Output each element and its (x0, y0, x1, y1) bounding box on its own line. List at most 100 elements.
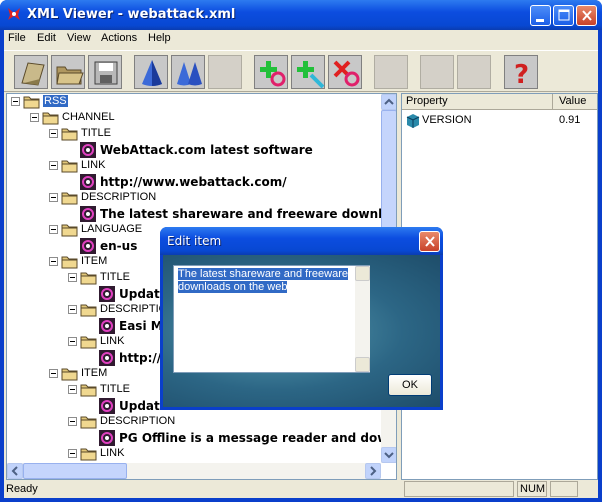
tree-node-value[interactable]: http://www.webattack.com/ (7, 174, 379, 190)
collapse-toggle-icon[interactable] (68, 337, 77, 346)
column-header-property[interactable]: Property (406, 95, 448, 107)
add-child-icon (260, 61, 286, 87)
add-item-button[interactable] (291, 55, 325, 89)
title-bar[interactable]: XML Viewer - webattack.xml (0, 0, 602, 30)
element-folder-icon (80, 336, 97, 349)
tree-node-label: ITEM (81, 255, 108, 267)
tree-node-label: TITLE (81, 127, 111, 139)
disabled-button-1 (208, 55, 242, 89)
open-folder-button[interactable] (51, 55, 85, 89)
cone-single-button[interactable] (134, 55, 168, 89)
scroll-up-button[interactable] (381, 94, 396, 110)
tree-node-label: CHANNEL (62, 111, 115, 123)
status-text: Ready (6, 483, 38, 495)
tree-node-element[interactable]: LINK (7, 446, 379, 462)
svg-text:?: ? (514, 60, 529, 89)
tree-node-value[interactable]: The latest shareware and freeware downlo… (7, 206, 396, 222)
tree-node-value[interactable]: WebAttack.com latest software (7, 142, 379, 158)
tree-node-value[interactable]: PG Offline is a message reader and downl… (7, 430, 396, 446)
menu-help[interactable]: Help (148, 32, 171, 44)
horizontal-scroll-thumb[interactable] (23, 463, 127, 479)
tree-horizontal-scrollbar[interactable] (7, 463, 381, 479)
collapse-toggle-icon[interactable] (68, 385, 77, 394)
collapse-toggle-icon[interactable] (49, 225, 58, 234)
maximize-button[interactable] (553, 5, 574, 26)
tree-node-element[interactable]: LINK (7, 158, 379, 174)
disabled-button-4 (457, 55, 491, 89)
status-pane-1 (404, 481, 514, 497)
tree-node-element[interactable]: RSS (7, 94, 379, 110)
item-text-area[interactable]: The latest shareware and freeware downlo… (173, 265, 370, 373)
collapse-toggle-icon[interactable] (11, 97, 20, 106)
open-file-button[interactable] (14, 55, 48, 89)
scroll-right-button[interactable] (365, 463, 381, 479)
open-folder-icon (56, 66, 84, 85)
collapse-toggle-icon[interactable] (49, 369, 58, 378)
dialog-title: Edit item (167, 234, 222, 248)
ok-button[interactable]: OK (388, 374, 432, 396)
status-pane-3 (550, 481, 578, 497)
value-gear-icon (80, 238, 96, 254)
value-gear-icon (80, 174, 96, 190)
collapse-toggle-icon[interactable] (49, 161, 58, 170)
menu-edit[interactable]: Edit (37, 32, 56, 44)
element-folder-icon (61, 256, 78, 269)
tree-node-element[interactable]: DESCRIPTION (7, 190, 379, 206)
element-folder-icon (61, 160, 78, 173)
attribute-cube-icon (406, 114, 420, 128)
cone-single-icon (142, 60, 162, 86)
property-row[interactable]: VERSION 0.91 (402, 113, 597, 129)
tree-node-value-label: en-us (100, 239, 138, 253)
collapse-toggle-icon[interactable] (49, 129, 58, 138)
text-area-scrollbar[interactable] (355, 266, 370, 372)
value-gear-icon (99, 430, 115, 446)
text-scroll-down-button[interactable] (355, 357, 370, 372)
value-gear-icon (99, 398, 115, 414)
app-window: XML Viewer - webattack.xml File Edit Vie… (0, 0, 602, 502)
minimize-button[interactable] (530, 5, 551, 26)
scroll-left-button[interactable] (7, 463, 23, 479)
dialog-title-bar[interactable]: Edit item (160, 227, 443, 255)
collapse-toggle-icon[interactable] (68, 305, 77, 314)
save-button[interactable] (88, 55, 122, 89)
menu-bar: File Edit View Actions Help (4, 30, 598, 49)
edit-item-dialog: Edit item The latest shareware and freew… (160, 227, 443, 410)
add-child-button[interactable] (254, 55, 288, 89)
element-folder-icon (23, 96, 40, 109)
element-folder-icon (80, 304, 97, 317)
text-line-2: downloads on the web (178, 281, 288, 293)
help-icon: ? (514, 60, 529, 89)
disabled-button-2 (374, 55, 408, 89)
element-folder-icon (61, 224, 78, 237)
num-lock-indicator: NUM (517, 481, 547, 497)
menu-file[interactable]: File (8, 32, 26, 44)
disabled-button-3 (420, 55, 454, 89)
status-bar: Ready NUM (4, 480, 598, 498)
scroll-down-button[interactable] (381, 447, 396, 463)
help-button[interactable]: ? (504, 55, 538, 89)
property-value: 0.91 (559, 114, 581, 126)
menu-actions[interactable]: Actions (101, 32, 137, 44)
close-button[interactable] (576, 5, 597, 26)
close-icon (425, 236, 435, 247)
dialog-close-button[interactable] (419, 231, 440, 252)
tree-node-label: TITLE (100, 383, 130, 395)
remove-item-button[interactable] (328, 55, 362, 89)
text-scroll-up-button[interactable] (355, 266, 370, 281)
collapse-toggle-icon[interactable] (68, 273, 77, 282)
cones-double-button[interactable] (171, 55, 205, 89)
tree-node-element[interactable]: DESCRIPTION (7, 414, 379, 430)
menu-view[interactable]: View (67, 32, 91, 44)
collapse-toggle-icon[interactable] (49, 193, 58, 202)
text-line-1: The latest shareware and freeware (178, 268, 348, 280)
collapse-toggle-icon[interactable] (30, 113, 39, 122)
collapse-toggle-icon[interactable] (68, 417, 77, 426)
tree-node-element[interactable]: TITLE (7, 126, 379, 142)
selected-text: The latest shareware and freeware downlo… (178, 268, 354, 294)
collapse-toggle-icon[interactable] (49, 257, 58, 266)
tree-node-label: LINK (81, 159, 106, 171)
element-folder-icon (80, 384, 97, 397)
collapse-toggle-icon[interactable] (68, 449, 77, 458)
tree-node-element[interactable]: CHANNEL (7, 110, 379, 126)
column-header-value[interactable]: Value (559, 95, 586, 107)
